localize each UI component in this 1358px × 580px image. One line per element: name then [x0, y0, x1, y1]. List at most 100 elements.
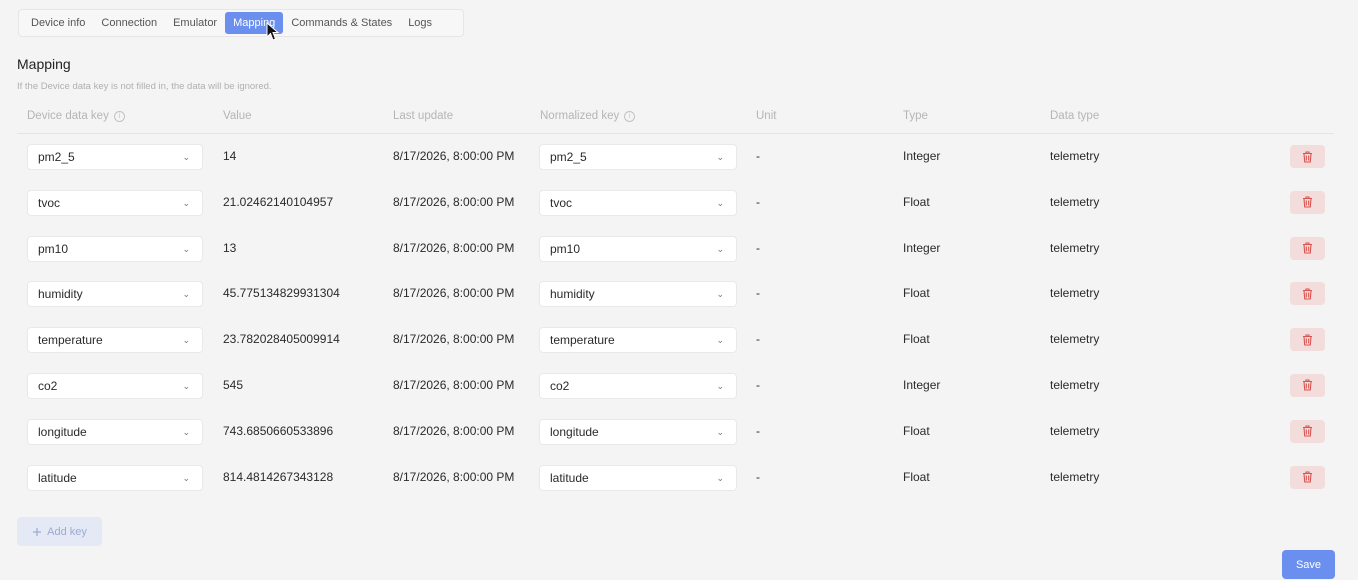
chevron-down-icon: ⌄ — [182, 289, 190, 300]
normalized-key-value: pm10 — [550, 241, 581, 256]
normalized-key-select[interactable]: pm2_5 ⌄ — [539, 144, 737, 170]
last-update-cell: 8/17/2026, 8:00:00 PM — [393, 240, 515, 255]
chevron-down-icon: ⌄ — [182, 335, 190, 346]
normalized-key-value: latitude — [550, 470, 589, 485]
column-header-device-key: Device data key i — [27, 110, 125, 122]
table-row: tvoc ⌄ 21.02462140104957 8/17/2026, 8:00… — [17, 180, 1334, 226]
device-key-select[interactable]: co2 ⌄ — [27, 372, 203, 399]
unit-cell: - — [756, 149, 760, 163]
last-update-cell: 8/17/2026, 8:00:00 PM — [393, 286, 515, 301]
unit-cell: - — [756, 423, 760, 438]
normalized-key-select[interactable]: tvoc ⌄ — [539, 189, 737, 216]
last-update-cell: 8/17/2026, 8:00:00 PM — [393, 469, 515, 484]
value-cell: 13 — [223, 240, 237, 255]
delete-row-button[interactable] — [1290, 465, 1325, 489]
normalized-key-value: pm2_5 — [550, 150, 587, 164]
normalized-key-select[interactable]: longitude ⌄ — [539, 418, 737, 445]
device-key-select[interactable]: latitude ⌄ — [27, 464, 203, 491]
delete-row-button[interactable] — [1290, 145, 1325, 168]
column-header-last-update: Last update — [393, 110, 454, 122]
chevron-down-icon: ⌄ — [182, 472, 190, 483]
trash-icon — [1303, 150, 1312, 163]
add-key-label: Add key — [47, 525, 87, 538]
delete-row-button[interactable] — [1290, 236, 1325, 260]
delete-row-button[interactable] — [1290, 282, 1325, 306]
delete-row-button[interactable] — [1290, 373, 1325, 397]
info-icon[interactable]: i — [624, 110, 636, 122]
table-header: Device data key i Value Last update Norm… — [17, 103, 1334, 134]
table-row: co2 ⌄ 545 8/17/2026, 8:00:00 PM co2 ⌄ - … — [17, 363, 1334, 409]
device-key-select[interactable]: longitude ⌄ — [27, 418, 203, 445]
value-cell: 14 — [223, 149, 237, 163]
value-cell: 545 — [223, 377, 244, 392]
type-cell: Integer — [903, 377, 941, 392]
delete-row-button[interactable] — [1290, 419, 1325, 443]
type-cell: Float — [903, 194, 930, 209]
last-update-cell: 8/17/2026, 8:00:00 PM — [393, 194, 515, 209]
data-type-cell: telemetry — [1050, 377, 1100, 392]
type-cell: Float — [903, 286, 930, 301]
last-update-cell: 8/17/2026, 8:00:00 PM — [393, 149, 515, 163]
column-header-type: Type — [903, 110, 928, 122]
chevron-down-icon: ⌄ — [182, 426, 190, 437]
mouse-cursor-icon — [266, 22, 280, 41]
info-icon[interactable]: i — [113, 110, 125, 122]
chevron-down-icon: ⌄ — [182, 380, 190, 391]
chevron-down-icon: ⌄ — [716, 197, 724, 208]
tab-logs[interactable]: Logs — [400, 12, 440, 34]
table-row: humidity ⌄ 45.775134829931304 8/17/2026,… — [17, 271, 1334, 317]
unit-cell: - — [756, 469, 760, 484]
table-row: temperature ⌄ 23.782028405009914 8/17/20… — [17, 317, 1334, 363]
tab-bar: Device info Connection Emulator Mapping … — [18, 9, 464, 37]
trash-icon — [1303, 425, 1312, 437]
unit-cell: - — [756, 332, 760, 347]
normalized-key-select[interactable]: pm10 ⌄ — [539, 235, 737, 262]
save-button[interactable]: Save — [1282, 550, 1335, 579]
data-type-cell: telemetry — [1050, 149, 1100, 163]
trash-icon — [1303, 242, 1312, 254]
normalized-key-select[interactable]: co2 ⌄ — [539, 372, 737, 399]
normalized-key-value: tvoc — [550, 195, 573, 210]
trash-icon — [1303, 196, 1312, 208]
trash-icon — [1303, 379, 1312, 392]
device-key-value: latitude — [38, 470, 77, 485]
value-cell: 21.02462140104957 — [223, 194, 334, 209]
last-update-cell: 8/17/2026, 8:00:00 PM — [393, 377, 515, 392]
tab-commands-states[interactable]: Commands & States — [283, 12, 400, 34]
normalized-key-value: longitude — [550, 424, 599, 439]
tab-emulator[interactable]: Emulator — [165, 12, 225, 34]
section-title: Mapping — [17, 56, 71, 72]
device-key-value: humidity — [38, 287, 83, 302]
delete-row-button[interactable] — [1290, 328, 1325, 352]
device-key-select[interactable]: temperature ⌄ — [27, 327, 203, 354]
tab-device-info[interactable]: Device info — [23, 12, 93, 34]
unit-cell: - — [756, 194, 760, 209]
device-key-select[interactable]: pm2_5 ⌄ — [27, 144, 203, 170]
tab-connection[interactable]: Connection — [93, 12, 165, 34]
mapping-table: Device data key i Value Last update Norm… — [17, 103, 1334, 500]
normalized-key-select[interactable]: humidity ⌄ — [539, 281, 737, 308]
data-type-cell: telemetry — [1050, 286, 1100, 301]
chevron-down-icon: ⌄ — [716, 335, 724, 346]
type-cell: Float — [903, 423, 930, 438]
chevron-down-icon: ⌄ — [716, 380, 724, 391]
type-cell: Integer — [903, 240, 941, 255]
device-key-select[interactable]: pm10 ⌄ — [27, 235, 203, 262]
last-update-cell: 8/17/2026, 8:00:00 PM — [393, 423, 515, 438]
add-key-button[interactable]: Add key — [17, 517, 102, 546]
table-row: pm2_5 ⌄ 14 8/17/2026, 8:00:00 PM pm2_5 ⌄… — [17, 134, 1334, 180]
delete-row-button[interactable] — [1290, 190, 1325, 214]
data-type-cell: telemetry — [1050, 469, 1100, 484]
normalized-key-value: temperature — [550, 333, 615, 348]
column-header-value: Value — [223, 110, 252, 122]
chevron-down-icon: ⌄ — [716, 289, 724, 300]
device-key-select[interactable]: tvoc ⌄ — [27, 189, 203, 216]
last-update-cell: 8/17/2026, 8:00:00 PM — [393, 332, 515, 347]
unit-cell: - — [756, 286, 760, 301]
device-key-value: co2 — [38, 378, 58, 393]
plus-icon — [33, 527, 42, 536]
normalized-key-select[interactable]: latitude ⌄ — [539, 464, 737, 491]
value-cell: 23.782028405009914 — [223, 332, 340, 347]
device-key-select[interactable]: humidity ⌄ — [27, 281, 203, 308]
normalized-key-select[interactable]: temperature ⌄ — [539, 327, 737, 354]
